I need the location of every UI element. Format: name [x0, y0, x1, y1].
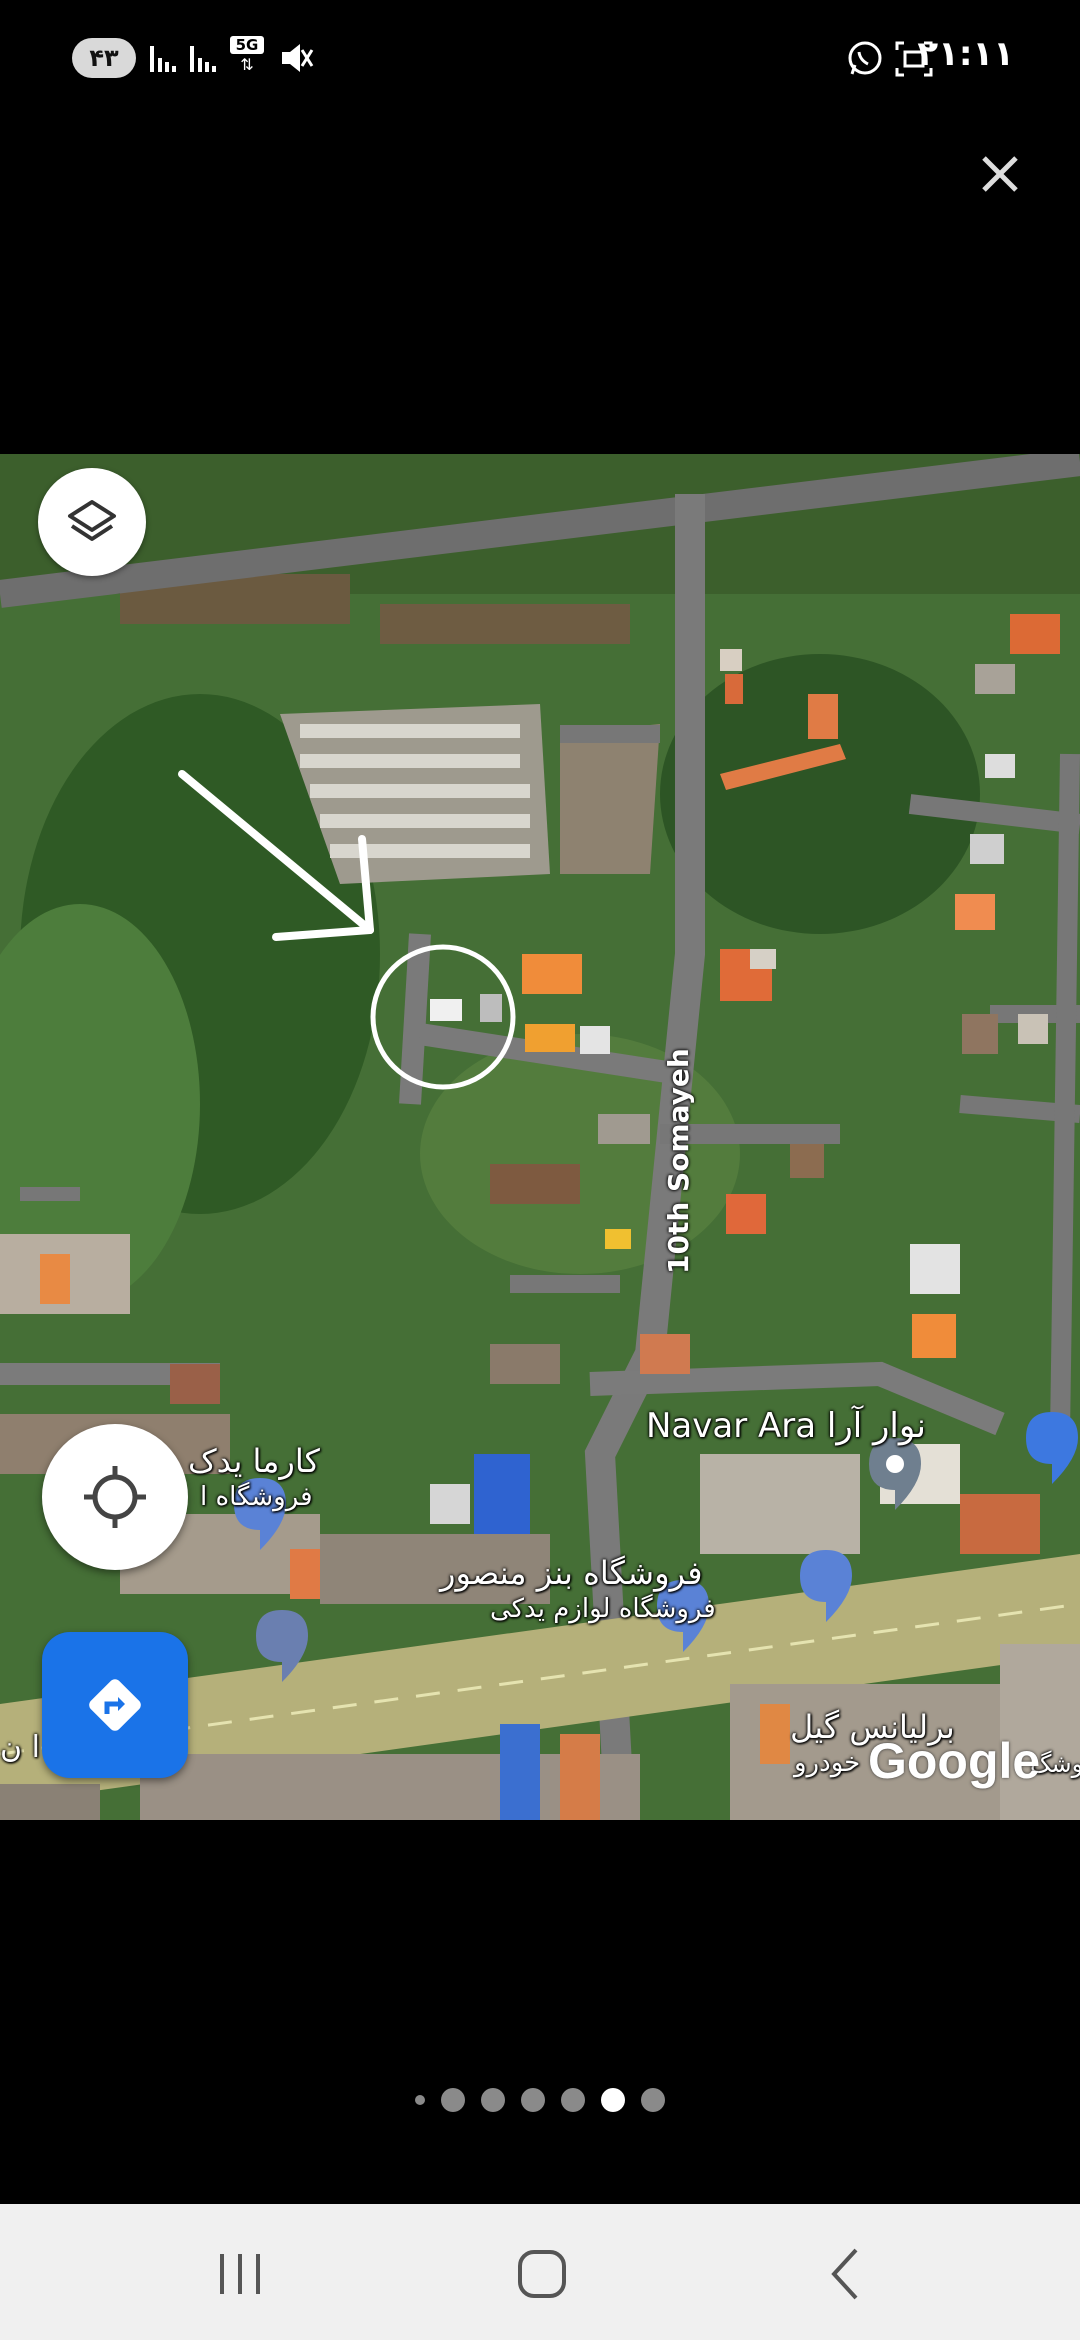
- recents-icon[interactable]: [200, 2234, 280, 2314]
- whatsapp-icon: [848, 41, 882, 75]
- pager-dot[interactable]: [561, 2088, 585, 2112]
- pager-dot[interactable]: [441, 2088, 465, 2112]
- mute-icon: [282, 44, 314, 72]
- my-location-icon: [84, 1466, 146, 1528]
- signal-icon: [150, 46, 216, 72]
- directions-button[interactable]: [42, 1632, 188, 1778]
- pager-dot[interactable]: [521, 2088, 545, 2112]
- home-icon[interactable]: [502, 2234, 582, 2314]
- pager-dot[interactable]: [481, 2088, 505, 2112]
- place-label-benz-mansour-sub: فروشگاه لوازم یدکی: [490, 1594, 716, 1624]
- place-label-navar-ara[interactable]: Navar Ara نوار آرا: [646, 1406, 926, 1446]
- pager-dot[interactable]: [415, 2095, 425, 2105]
- image-pager: [0, 2088, 1080, 2112]
- status-bar: ۴۳ 5G ⇅ ۲۱:۱۱: [0, 0, 1080, 120]
- pager-dot[interactable]: [641, 2088, 665, 2112]
- layers-icon: [68, 500, 116, 541]
- battery-indicator: ۴۳: [72, 38, 136, 78]
- close-icon[interactable]: [970, 144, 1030, 204]
- place-label-brilliance-sub: خودرو: [794, 1748, 861, 1778]
- street-label: 10th Somayeh: [662, 1048, 695, 1274]
- back-icon[interactable]: [806, 2234, 886, 2314]
- layers-button[interactable]: [38, 468, 146, 576]
- place-label-karma-sub: فروشگاه ا: [200, 1482, 313, 1512]
- google-logo: Google: [868, 1733, 1041, 1789]
- place-label-karma[interactable]: کارما یدک: [188, 1442, 320, 1480]
- system-nav-bar: [0, 2204, 1080, 2340]
- directions-icon: [89, 1679, 141, 1731]
- place-label-left-edge: ا ن: [0, 1730, 40, 1765]
- pager-dot-active[interactable]: [601, 2088, 625, 2112]
- my-location-button[interactable]: [42, 1424, 188, 1570]
- clock: ۲۱:۱۱: [917, 34, 1014, 74]
- place-label-benz-mansour[interactable]: فروشگاه بنز منصور: [440, 1554, 703, 1592]
- satellite-map[interactable]: 10th Somayeh Navar Ara نوار آرا کارما ید…: [0, 454, 1080, 1820]
- network-5g-icon: 5G ⇅: [230, 36, 264, 78]
